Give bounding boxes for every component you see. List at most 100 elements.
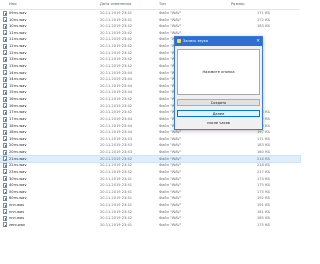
file-type: Файл "WAV" <box>159 222 182 227</box>
file-date: 20.11.2019 23:44 <box>100 123 133 128</box>
audio-file-icon <box>3 116 7 122</box>
audio-file-icon <box>3 50 7 56</box>
file-name: 21нч.wav <box>9 156 27 161</box>
file-type: Файл "WAV" <box>159 156 182 161</box>
file-row[interactable]: 30нч.wav 20.11.2019 23:41 Файл "WAV" 174 КБ <box>0 176 300 183</box>
file-size: 172 КБ <box>256 17 270 22</box>
file-name: 20нч.wav <box>9 150 27 155</box>
audio-file-icon <box>3 202 7 208</box>
audio-file-icon <box>3 37 7 43</box>
dialog-text-area[interactable]: Нажмите кнопка <box>177 49 260 95</box>
file-name: 17нч.wav <box>9 110 27 115</box>
audio-file-icon <box>3 169 7 175</box>
file-row[interactable]: zero.wav 20.11.2019 23:41 Файл "WAV" 175 КБ <box>0 222 300 229</box>
file-size: 191 КБ <box>256 202 270 207</box>
file-type: Файл "WAV" <box>159 196 182 201</box>
file-type: Файл "WAV" <box>159 11 182 15</box>
audio-file-icon <box>3 90 7 96</box>
file-size: 171 КБ <box>256 136 270 141</box>
file-row[interactable]: nnn.wav 20.11.2019 23:41 Файл "WAV" 191 КБ <box>0 202 300 209</box>
file-name: 40нч.wav <box>9 183 27 188</box>
file-date: 20.11.2019 23:41 <box>100 189 133 194</box>
file-size: 174 КБ <box>256 176 270 181</box>
file-name: 11нч.wav <box>9 30 27 35</box>
file-type: Файл "WAV" <box>159 163 182 168</box>
file-date: 20.11.2019 23:44 <box>100 70 133 75</box>
file-name: 50нч.wav <box>9 189 27 194</box>
file-row[interactable]: 21нч.wav 20.11.2019 23:42 Файл "WAV" 214 КБ <box>0 154 301 164</box>
close-icon[interactable]: ✕ <box>256 39 260 44</box>
file-name: 16нч.wav <box>9 103 27 108</box>
file-name: 15нч.wav <box>9 83 27 88</box>
file-row[interactable]: 40нч.wav 20.11.2019 23:41 Файл "WAV" 175 КБ <box>0 182 300 189</box>
dialog-text: Нажмите кнопка <box>202 70 235 74</box>
column-header-size[interactable]: Размер <box>231 2 244 6</box>
file-date: 20.11.2019 23:42 <box>100 30 133 35</box>
file-date: 20.11.2019 23:43 <box>100 136 133 141</box>
audio-file-icon <box>3 136 7 142</box>
create-button[interactable]: Создать <box>177 99 260 106</box>
file-date: 20.11.2019 23:41 <box>100 176 133 181</box>
file-date: 20.11.2019 23:42 <box>100 103 133 108</box>
file-name: 14нч.wav <box>9 70 27 75</box>
dialog-titlebar[interactable]: Запись звука ✕ <box>175 37 262 46</box>
file-size: 214 КБ <box>256 156 270 161</box>
file-row[interactable]: 09нч.wav 20.11.2019 23:41 Файл "WAV" 171 КБ <box>0 10 300 17</box>
sound-recorder-dialog: Запись звука ✕ Нажмите кнопка Создать Да… <box>174 36 263 130</box>
file-date: 20.11.2019 23:42 <box>100 50 133 55</box>
file-name: 18нч.wav <box>9 123 27 128</box>
file-size: 183 КБ <box>256 24 270 29</box>
file-row[interactable]: 23нч.wav 20.11.2019 23:42 Файл "WAV" 217 КБ <box>0 169 300 176</box>
file-row[interactable]: 22нч.wav 20.11.2019 23:42 Файл "WAV" 218 КБ <box>0 162 300 169</box>
file-row[interactable]: nnn.wav 20.11.2019 23:42 Файл "WAV" 181 КБ <box>0 209 300 216</box>
file-name: 19нч.wav <box>9 136 27 141</box>
file-date: 20.11.2019 23:43 <box>100 150 133 155</box>
file-name: nnn.wav <box>9 216 25 221</box>
file-row[interactable]: 18нч.wav 20.11.2019 23:44 Файл "WAV" 197 КБ <box>0 129 300 136</box>
file-date: 20.11.2019 23:42 <box>100 209 133 214</box>
file-name: 20нч.wav <box>9 143 27 148</box>
after-hours-button[interactable]: после часов <box>177 119 260 126</box>
file-type: Файл "WAV" <box>159 189 182 194</box>
file-date: 20.11.2019 23:41 <box>100 202 133 207</box>
file-type: Файл "WAV" <box>159 17 182 22</box>
file-row[interactable]: 19нч.wav 20.11.2019 23:43 Файл "WAV" 171 КБ <box>0 136 300 143</box>
audio-file-icon <box>3 96 7 102</box>
file-row[interactable]: 60нч.wav 20.11.2019 23:41 Файл "WAV" 192 КБ <box>0 195 300 202</box>
file-name: 10нч.wav <box>9 17 27 22</box>
file-date: 20.11.2019 23:42 <box>100 156 133 161</box>
dialog-title: Запись звука <box>183 39 208 44</box>
audio-file-icon <box>3 103 7 109</box>
file-date: 20.11.2019 23:42 <box>100 97 133 102</box>
column-header-type[interactable]: Тип <box>159 2 166 6</box>
file-size: 181 КБ <box>256 209 270 214</box>
file-row[interactable]: 20нч.wav 20.11.2019 23:43 Файл "WAV" 180 КБ <box>0 149 300 156</box>
column-header-date[interactable]: Дата изменения <box>100 2 131 6</box>
audio-file-icon <box>3 209 7 215</box>
file-date: 20.11.2019 23:42 <box>100 44 133 49</box>
file-row[interactable]: 10нч.wav 20.11.2019 23:42 Файл "WAV" 183 КБ <box>0 23 300 30</box>
file-row[interactable]: 20нч.wav 20.11.2019 23:43 Файл "WAV" 183 КБ <box>0 142 300 149</box>
file-row[interactable]: 10нч.wav 20.11.2019 23:41 Файл "WAV" 172 КБ <box>0 17 300 24</box>
audio-file-icon <box>3 109 7 115</box>
file-type: Файл "WAV" <box>159 30 182 35</box>
file-name: 09нч.wav <box>9 11 27 15</box>
column-header-name[interactable]: Имя <box>9 2 17 6</box>
file-size: 185 КБ <box>256 216 270 221</box>
file-date: 20.11.2019 23:42 <box>100 63 133 68</box>
file-type: Файл "WAV" <box>159 209 182 214</box>
file-row[interactable]: nnn.wav 20.11.2019 23:42 Файл "WAV" 185 КБ <box>0 215 300 222</box>
file-name: 22нч.wav <box>9 163 27 168</box>
file-name: 18нч.wav <box>9 130 27 135</box>
file-type: Файл "WAV" <box>159 176 182 181</box>
file-type: Файл "WAV" <box>159 150 182 155</box>
file-date: 20.11.2019 23:42 <box>100 37 133 42</box>
file-size: 218 КБ <box>256 163 270 168</box>
file-row[interactable]: 50нч.wav 20.11.2019 23:41 Файл "WAV" 175 КБ <box>0 189 300 196</box>
file-size: 197 КБ <box>256 130 270 135</box>
audio-file-icon <box>3 129 7 135</box>
file-type: Файл "WAV" <box>159 136 182 141</box>
next-button[interactable]: Далее <box>177 110 260 117</box>
audio-file-icon <box>3 30 7 36</box>
file-date: 20.11.2019 23:42 <box>100 216 133 221</box>
